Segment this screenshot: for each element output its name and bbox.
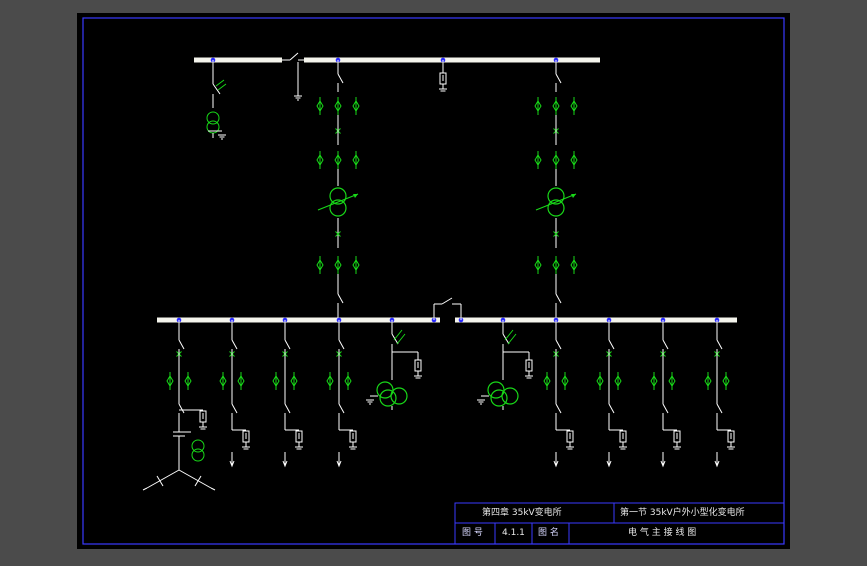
drawing-number-label: 图 号: [462, 528, 483, 538]
busbar-10kv-left: [157, 317, 440, 323]
drawing-name-label: 图 名: [538, 528, 559, 538]
drawing-name: 电 气 主 接 线 图: [628, 528, 697, 538]
sheet-background: [77, 13, 790, 549]
main-wiring-diagram: [77, 13, 790, 549]
drawing-number: 4.1.1: [502, 528, 525, 538]
drawing-canvas: 第四章 35kV变电所 第一节 35kV户外小型化变电所 图 号 4.1.1 图…: [0, 0, 867, 562]
title-chapter: 第四章 35kV变电所: [482, 508, 562, 518]
busbar-10kv-right: [455, 317, 737, 323]
busbar-35kv-left: [194, 57, 282, 63]
title-section: 第一节 35kV户外小型化变电所: [620, 508, 745, 518]
